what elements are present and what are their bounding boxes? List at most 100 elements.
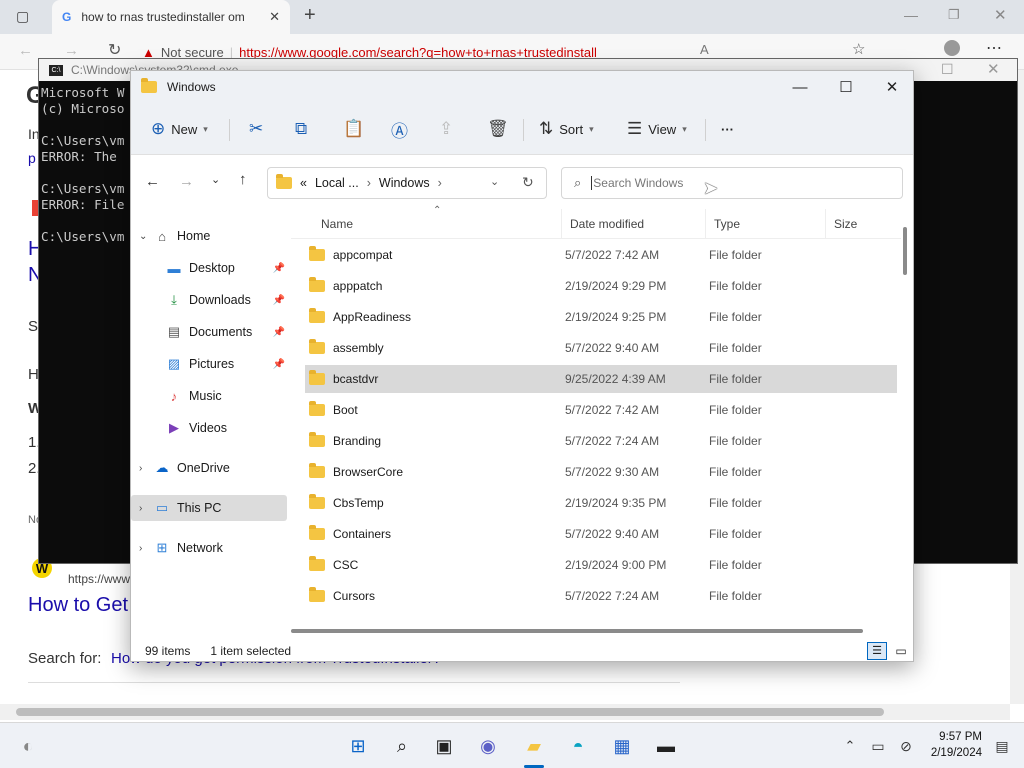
- cut-button[interactable]: ✂: [249, 113, 263, 145]
- file-row[interactable]: assembly 5/7/2022 9:40 AM File folder: [305, 334, 897, 362]
- address-bar[interactable]: « Local ... › Windows › ⌄ ↻: [267, 167, 547, 199]
- nav-item-this-pc[interactable]: › ▭ This PC: [131, 495, 287, 521]
- forward-icon[interactable]: →: [179, 173, 194, 190]
- terminal-icon[interactable]: ▬: [650, 731, 682, 761]
- breadcrumb-windows[interactable]: Windows: [379, 176, 430, 190]
- new-label: New: [171, 121, 198, 137]
- delete-button[interactable]: 🗑: [487, 113, 509, 145]
- profile-avatar[interactable]: [944, 40, 960, 56]
- file-row[interactable]: Boot 5/7/2022 7:42 AM File folder: [305, 396, 897, 424]
- edge-icon[interactable]: ◓: [562, 731, 594, 761]
- clock[interactable]: 9:57 PM 2/19/2024: [931, 729, 982, 761]
- pin-icon[interactable]: 📌: [273, 327, 285, 338]
- file-date: 2/19/2024 9:29 PM: [565, 279, 667, 293]
- nav-label: Pictures: [189, 357, 235, 371]
- file-row[interactable]: apppatch 2/19/2024 9:29 PM File folder: [305, 272, 897, 300]
- chevron-right-icon: ›: [366, 176, 371, 190]
- tiles-view-icon[interactable]: ▭: [891, 642, 911, 660]
- breadcrumb-overflow[interactable]: «: [300, 176, 307, 190]
- nav-item-network[interactable]: › ⊞ Network: [131, 535, 287, 561]
- minimize-icon[interactable]: —: [777, 71, 823, 103]
- file-explorer-icon[interactable]: ▰: [518, 731, 550, 761]
- column-header-date[interactable]: Date modified: [561, 209, 644, 239]
- breadcrumb-local[interactable]: Local ...: [315, 176, 359, 190]
- vertical-scroll-thumb[interactable]: [903, 227, 907, 275]
- nav-item-onedrive[interactable]: › ☁ OneDrive: [131, 455, 287, 481]
- column-header-size[interactable]: Size: [825, 209, 857, 239]
- browser-tab[interactable]: G how to rnas trustedinstaller om ✕: [52, 0, 290, 34]
- paste-button[interactable]: 📋: [343, 113, 364, 145]
- file-row[interactable]: CSC 2/19/2024 9:00 PM File folder: [305, 551, 897, 579]
- close-icon[interactable]: ✕: [994, 6, 1007, 24]
- file-type: File folder: [709, 341, 762, 355]
- sort-ascending-icon: ⌃: [433, 205, 442, 216]
- file-name: AppReadiness: [333, 310, 412, 324]
- nav-item-pictures[interactable]: ▨ Pictures 📌: [131, 351, 287, 377]
- new-button[interactable]: ⊕ New ▾: [151, 113, 208, 145]
- nav-item-videos[interactable]: ▶ Videos: [131, 415, 287, 441]
- volume-muted-icon[interactable]: ⊘: [890, 731, 922, 761]
- close-icon[interactable]: ✕: [987, 60, 1000, 78]
- minimize-icon[interactable]: —: [904, 7, 918, 23]
- details-view-icon[interactable]: ☰: [867, 642, 887, 660]
- notification-icon[interactable]: ▤: [986, 731, 1018, 761]
- nav-item-desktop[interactable]: ▬ Desktop 📌: [131, 255, 287, 281]
- file-row[interactable]: Cursors 5/7/2022 7:24 AM File folder: [305, 582, 897, 610]
- close-icon[interactable]: ✕: [869, 71, 915, 103]
- file-row[interactable]: bcastdvr 9/25/2022 4:39 AM File folder: [305, 365, 897, 393]
- chat-icon[interactable]: ◉: [472, 731, 504, 761]
- nav-item-home[interactable]: ⌄ ⌂ Home: [131, 223, 287, 249]
- up-icon[interactable]: ↑: [239, 171, 247, 188]
- horizontal-scroll-thumb[interactable]: [291, 629, 863, 633]
- nav-item-downloads[interactable]: ⤓ Downloads 📌: [131, 287, 287, 313]
- refresh-icon[interactable]: ↻: [108, 40, 121, 60]
- see-more-button[interactable]: ···: [721, 113, 734, 145]
- tab-actions-icon[interactable]: ▢: [16, 8, 29, 25]
- copy-button[interactable]: ⧉: [295, 113, 307, 145]
- read-aloud-icon[interactable]: A: [700, 42, 709, 57]
- back-icon[interactable]: ←: [18, 42, 33, 59]
- widgets-icon[interactable]: ◐: [12, 731, 44, 761]
- file-row[interactable]: AppReadiness 2/19/2024 9:25 PM File folder: [305, 303, 897, 331]
- file-explorer-window[interactable]: Windows — ☐ ✕ ⊕ New ▾ ✂ ⧉ 📋 Ⓐ ⇪ 🗑 ⇅ Sort…: [130, 70, 914, 662]
- search-box[interactable]: ⌕ Search Windows: [561, 167, 903, 199]
- result-title-link[interactable]: How to Get: [28, 594, 128, 617]
- maximize-icon[interactable]: ☐: [823, 71, 869, 103]
- explorer-titlebar[interactable]: Windows — ☐ ✕: [131, 71, 913, 103]
- refresh-icon[interactable]: ↻: [522, 174, 534, 191]
- cmd-output[interactable]: Microsoft W (c) Microso C:\Users\vm ERRO…: [39, 83, 126, 247]
- forward-icon[interactable]: →: [64, 42, 79, 59]
- recent-locations-icon[interactable]: ⌄: [211, 173, 220, 186]
- back-icon[interactable]: ←: [145, 173, 160, 190]
- store-icon[interactable]: ▦: [606, 731, 638, 761]
- file-row[interactable]: BrowserCore 5/7/2022 9:30 AM File folder: [305, 458, 897, 486]
- search-icon[interactable]: ⌕: [386, 731, 418, 761]
- search-input[interactable]: Search Windows: [591, 176, 683, 190]
- restore-icon[interactable]: ❐: [948, 7, 960, 23]
- view-button[interactable]: ☰ View ▾: [627, 113, 687, 145]
- result-url[interactable]: https://www: [68, 572, 130, 586]
- column-header-type[interactable]: Type: [705, 209, 740, 239]
- nav-item-documents[interactable]: ▤ Documents 📌: [131, 319, 287, 345]
- file-row[interactable]: CbsTemp 2/19/2024 9:35 PM File folder: [305, 489, 897, 517]
- nav-item-music[interactable]: ♪ Music: [131, 383, 287, 409]
- close-tab-icon[interactable]: ✕: [269, 9, 280, 25]
- share-button[interactable]: ⇪: [439, 113, 453, 145]
- start-icon[interactable]: ⊞: [342, 731, 374, 761]
- task-view-icon[interactable]: ▣: [428, 731, 460, 761]
- more-icon[interactable]: ⋯: [986, 38, 1002, 58]
- new-tab-icon[interactable]: +: [304, 4, 316, 27]
- scroll-thumb[interactable]: [16, 708, 884, 716]
- file-row[interactable]: appcompat 5/7/2022 7:42 AM File folder: [305, 241, 897, 269]
- file-row[interactable]: Branding 5/7/2022 7:24 AM File folder: [305, 427, 897, 455]
- favorites-icon[interactable]: ☆: [852, 40, 865, 58]
- file-row[interactable]: Containers 5/7/2022 9:40 AM File folder: [305, 520, 897, 548]
- pin-icon[interactable]: 📌: [273, 295, 285, 306]
- pin-icon[interactable]: 📌: [273, 263, 285, 274]
- maximize-icon[interactable]: ☐: [941, 61, 954, 78]
- sort-button[interactable]: ⇅ Sort ▾: [539, 113, 594, 145]
- rename-button[interactable]: Ⓐ: [391, 113, 408, 145]
- pin-icon[interactable]: 📌: [273, 359, 285, 370]
- column-header-name[interactable]: Name: [321, 217, 353, 231]
- chevron-down-icon[interactable]: ⌄: [490, 175, 499, 188]
